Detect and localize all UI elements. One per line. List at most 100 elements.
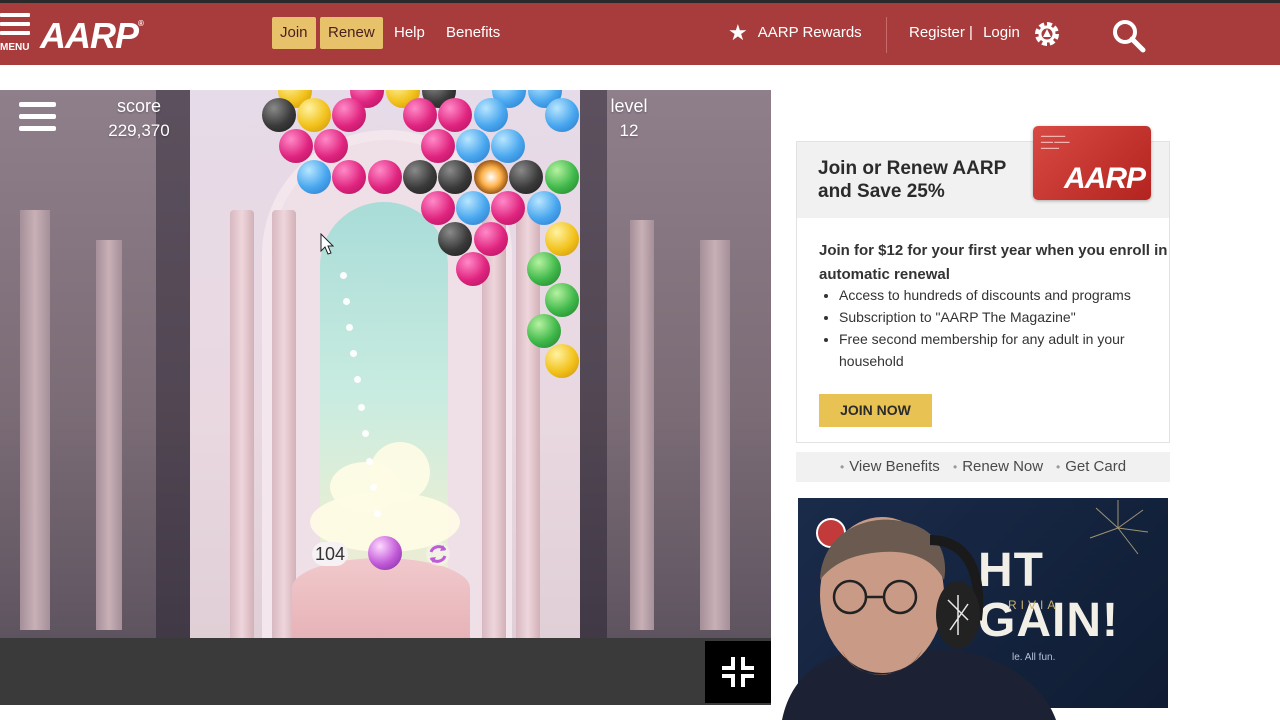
registered-mark: ®: [138, 19, 144, 28]
join-button[interactable]: Join: [272, 17, 316, 49]
header-divider: [886, 17, 887, 53]
fire-bubble: [474, 160, 508, 194]
bubble: [438, 222, 472, 256]
promo-title: Join or Renew AARP and Save 25%: [818, 158, 1006, 202]
score-label: score: [116, 96, 161, 116]
list-item: Subscription to "AARP The Magazine": [839, 306, 1159, 328]
bubble: [368, 160, 402, 194]
bullet-icon: •: [1056, 460, 1061, 474]
aim-dot: [370, 484, 377, 491]
playfield-edge: [156, 90, 190, 638]
webcam-overlay: [722, 500, 1056, 720]
renew-now-link[interactable]: • Renew Now: [953, 454, 1043, 480]
backdrop-pillar: [630, 220, 654, 630]
bubble: [491, 191, 525, 225]
list-item: Free second membership for any adult in …: [839, 328, 1159, 372]
logo-text: AARP: [40, 15, 139, 56]
register-link[interactable]: Register |: [909, 24, 973, 41]
bubble: [545, 98, 579, 132]
view-benefits-label: View Benefits: [849, 458, 940, 475]
aim-dot: [343, 298, 350, 305]
promo-links: • View Benefits • Renew Now • Get Card: [796, 452, 1170, 482]
bubble: [527, 314, 561, 348]
menu-button[interactable]: MENU: [0, 13, 34, 57]
renew-button[interactable]: Renew: [320, 17, 383, 49]
game-footer-bar: [0, 638, 771, 705]
menu-icon-bar: [0, 13, 30, 17]
aim-dot: [366, 458, 373, 465]
bubble: [297, 98, 331, 132]
aim-dot: [358, 404, 365, 411]
game-canvas[interactable]: 104 score 229,370 level 12: [0, 90, 771, 638]
aim-dot: [362, 430, 369, 437]
card-logo: AARP: [1063, 162, 1146, 195]
bubble: [332, 160, 366, 194]
menu-label: MENU: [0, 42, 30, 53]
membership-card-image: ━━━━━━━━ ━━━━ ━━━━━ ━━━━━━ AARP: [1033, 126, 1151, 200]
bubble: [403, 98, 437, 132]
bubble: [456, 191, 490, 225]
site-header: MENU AARP® Join Renew Help Benefits ★ AAR…: [0, 0, 1280, 65]
login-link[interactable]: Login: [983, 24, 1020, 41]
aarp-logo[interactable]: AARP®: [40, 15, 144, 56]
bubble: [456, 129, 490, 163]
rewards-label: AARP Rewards: [757, 24, 862, 41]
score-value: 229,370: [108, 121, 170, 140]
bubble: [403, 160, 437, 194]
hamburger-icon-bar: [19, 102, 56, 107]
backdrop-pillar: [20, 210, 50, 630]
account-links: Register | Login: [909, 17, 1020, 49]
hamburger-icon-bar: [19, 114, 56, 119]
shooter-ball[interactable]: [368, 536, 402, 570]
bubble: [474, 222, 508, 256]
level-label: level: [610, 96, 648, 116]
hamburger-icon-bar: [19, 126, 56, 131]
bubble: [314, 129, 348, 163]
arch-column: [230, 210, 254, 638]
rewards-link[interactable]: ★ AARP Rewards: [728, 17, 862, 49]
bubble: [491, 129, 525, 163]
account-gear-icon[interactable]: [1032, 19, 1062, 49]
help-link[interactable]: Help: [394, 17, 425, 49]
bubble: [527, 252, 561, 286]
benefits-link[interactable]: Benefits: [446, 17, 500, 49]
bubble: [545, 222, 579, 256]
aim-dot: [340, 272, 347, 279]
aim-dot: [350, 350, 357, 357]
star-icon: ★: [728, 20, 748, 45]
game-menu-button[interactable]: [19, 102, 57, 134]
bubble: [279, 129, 313, 163]
bubble: [421, 129, 455, 163]
menu-icon-bar: [0, 31, 30, 35]
bubble: [332, 98, 366, 132]
bubble: [262, 98, 296, 132]
get-card-label: Get Card: [1065, 458, 1127, 475]
promo-lead: Join for $12 for your first year when yo…: [819, 242, 1168, 283]
bubble: [545, 283, 579, 317]
bubble: [545, 160, 579, 194]
bubble: [509, 160, 543, 194]
bubble: [474, 98, 508, 132]
aim-dot: [354, 376, 361, 383]
list-item: Access to hundreds of discounts and prog…: [839, 284, 1159, 306]
get-card-link[interactable]: • Get Card: [1056, 454, 1126, 480]
bubble: [545, 344, 579, 378]
join-now-button[interactable]: JOIN NOW: [819, 394, 932, 427]
backdrop-pillar: [96, 240, 122, 630]
aim-dot: [346, 324, 353, 331]
shots-remaining: 104: [312, 542, 348, 566]
mouse-cursor-icon: [320, 233, 334, 255]
aim-dot: [374, 510, 381, 517]
renew-now-label: Renew Now: [962, 458, 1044, 475]
menu-icon-bar: [0, 22, 30, 26]
bubble: [297, 160, 331, 194]
bubble: [438, 160, 472, 194]
bubble: [438, 98, 472, 132]
arch-column: [272, 210, 296, 638]
search-icon[interactable]: [1110, 17, 1146, 53]
bubble: [421, 191, 455, 225]
view-benefits-link[interactable]: • View Benefits: [840, 454, 940, 480]
bubble: [527, 191, 561, 225]
level-value: 12: [619, 121, 639, 140]
swap-ball-icon[interactable]: [424, 540, 452, 568]
